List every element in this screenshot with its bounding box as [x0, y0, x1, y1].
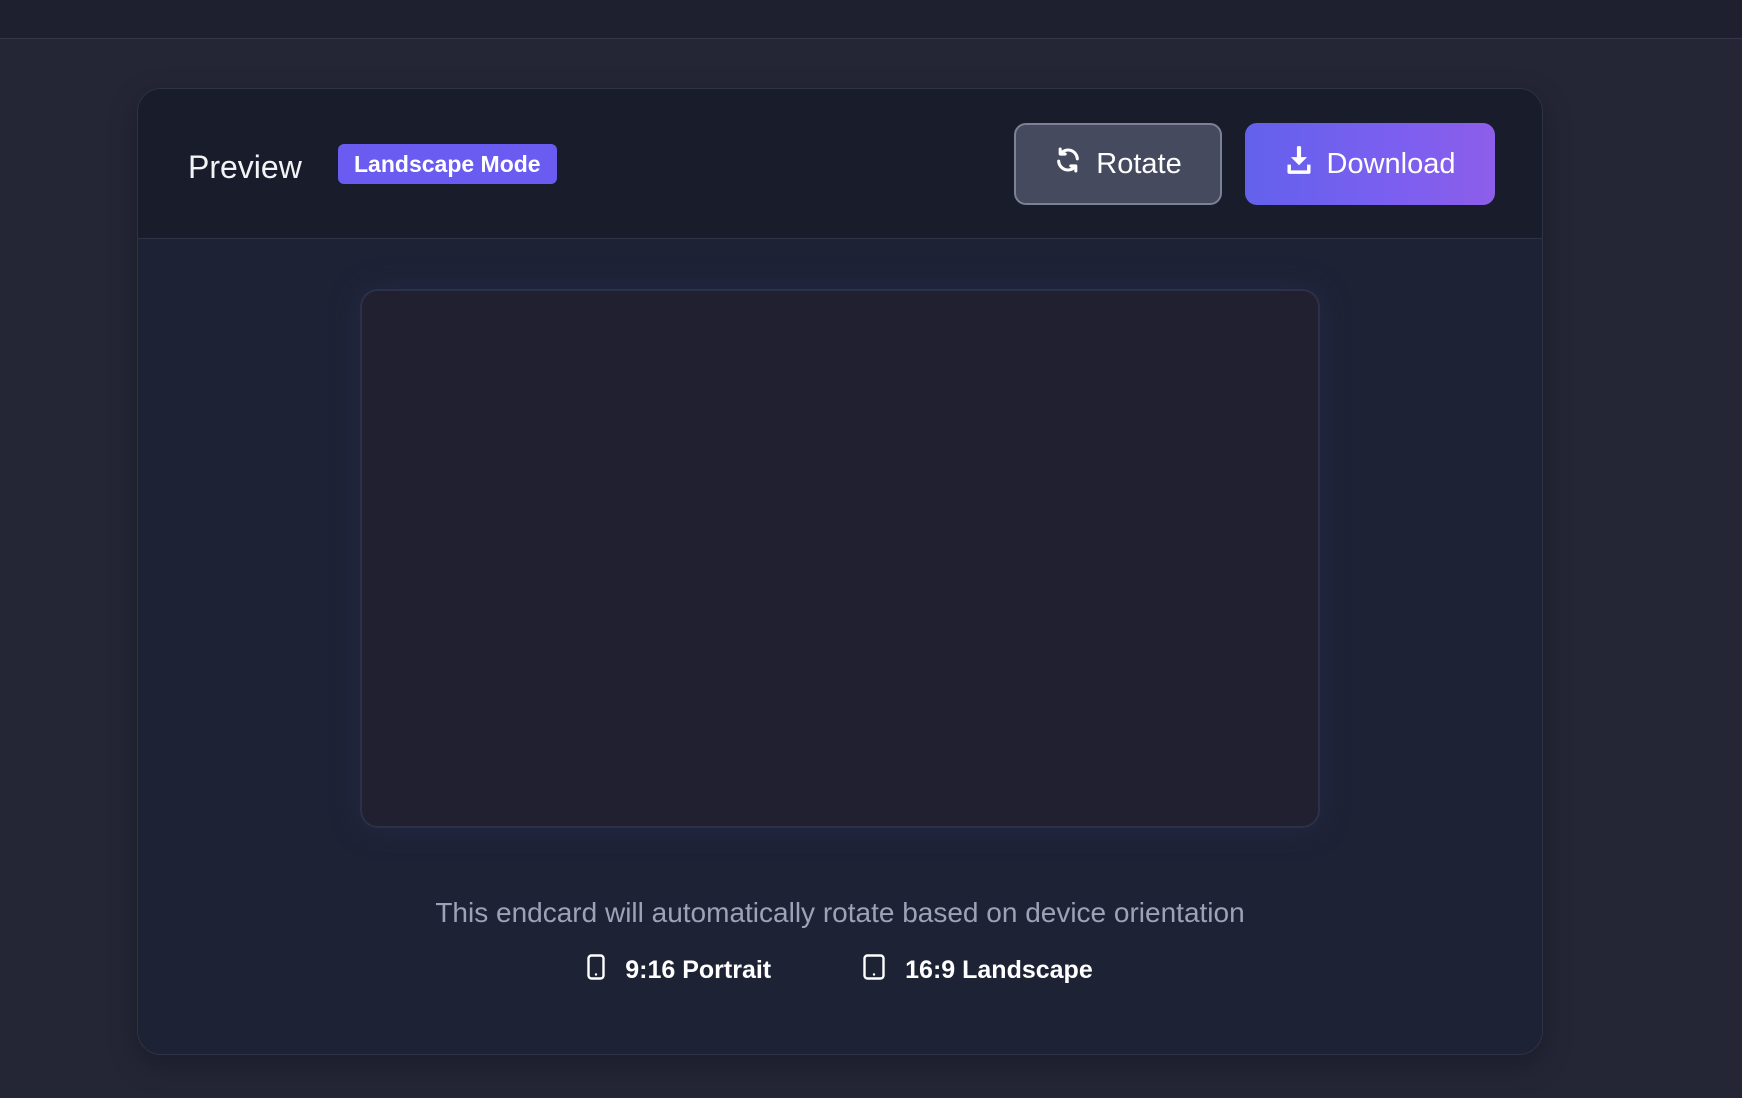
format-portrait: 9:16 Portrait: [587, 954, 771, 987]
orientation-note: This endcard will automatically rotate b…: [435, 897, 1245, 928]
rotate-button[interactable]: Rotate: [1014, 123, 1222, 205]
tablet-icon: [863, 954, 885, 987]
format-portrait-label: 9:16 Portrait: [625, 956, 772, 984]
preview-card: Preview Landscape Mode Rotate Download T…: [137, 88, 1543, 1055]
format-landscape-label: 16:9 Landscape: [905, 956, 1093, 984]
download-label: Download: [1326, 147, 1456, 180]
mobile-phone-icon: [587, 954, 605, 987]
download-button[interactable]: Download: [1245, 123, 1495, 205]
endcard-preview-frame: [360, 289, 1320, 828]
format-list: 9:16 Portrait 16:9 Landscape: [138, 954, 1542, 987]
rotate-icon: [1054, 146, 1082, 182]
preview-title: Preview: [188, 149, 302, 185]
rotate-label: Rotate: [1096, 147, 1182, 180]
download-icon: [1285, 145, 1313, 183]
preview-header: Preview Landscape Mode Rotate Download: [138, 89, 1542, 239]
mode-badge: Landscape Mode: [338, 144, 557, 184]
top-bar: [0, 0, 1742, 39]
format-landscape: 16:9 Landscape: [863, 954, 1093, 987]
